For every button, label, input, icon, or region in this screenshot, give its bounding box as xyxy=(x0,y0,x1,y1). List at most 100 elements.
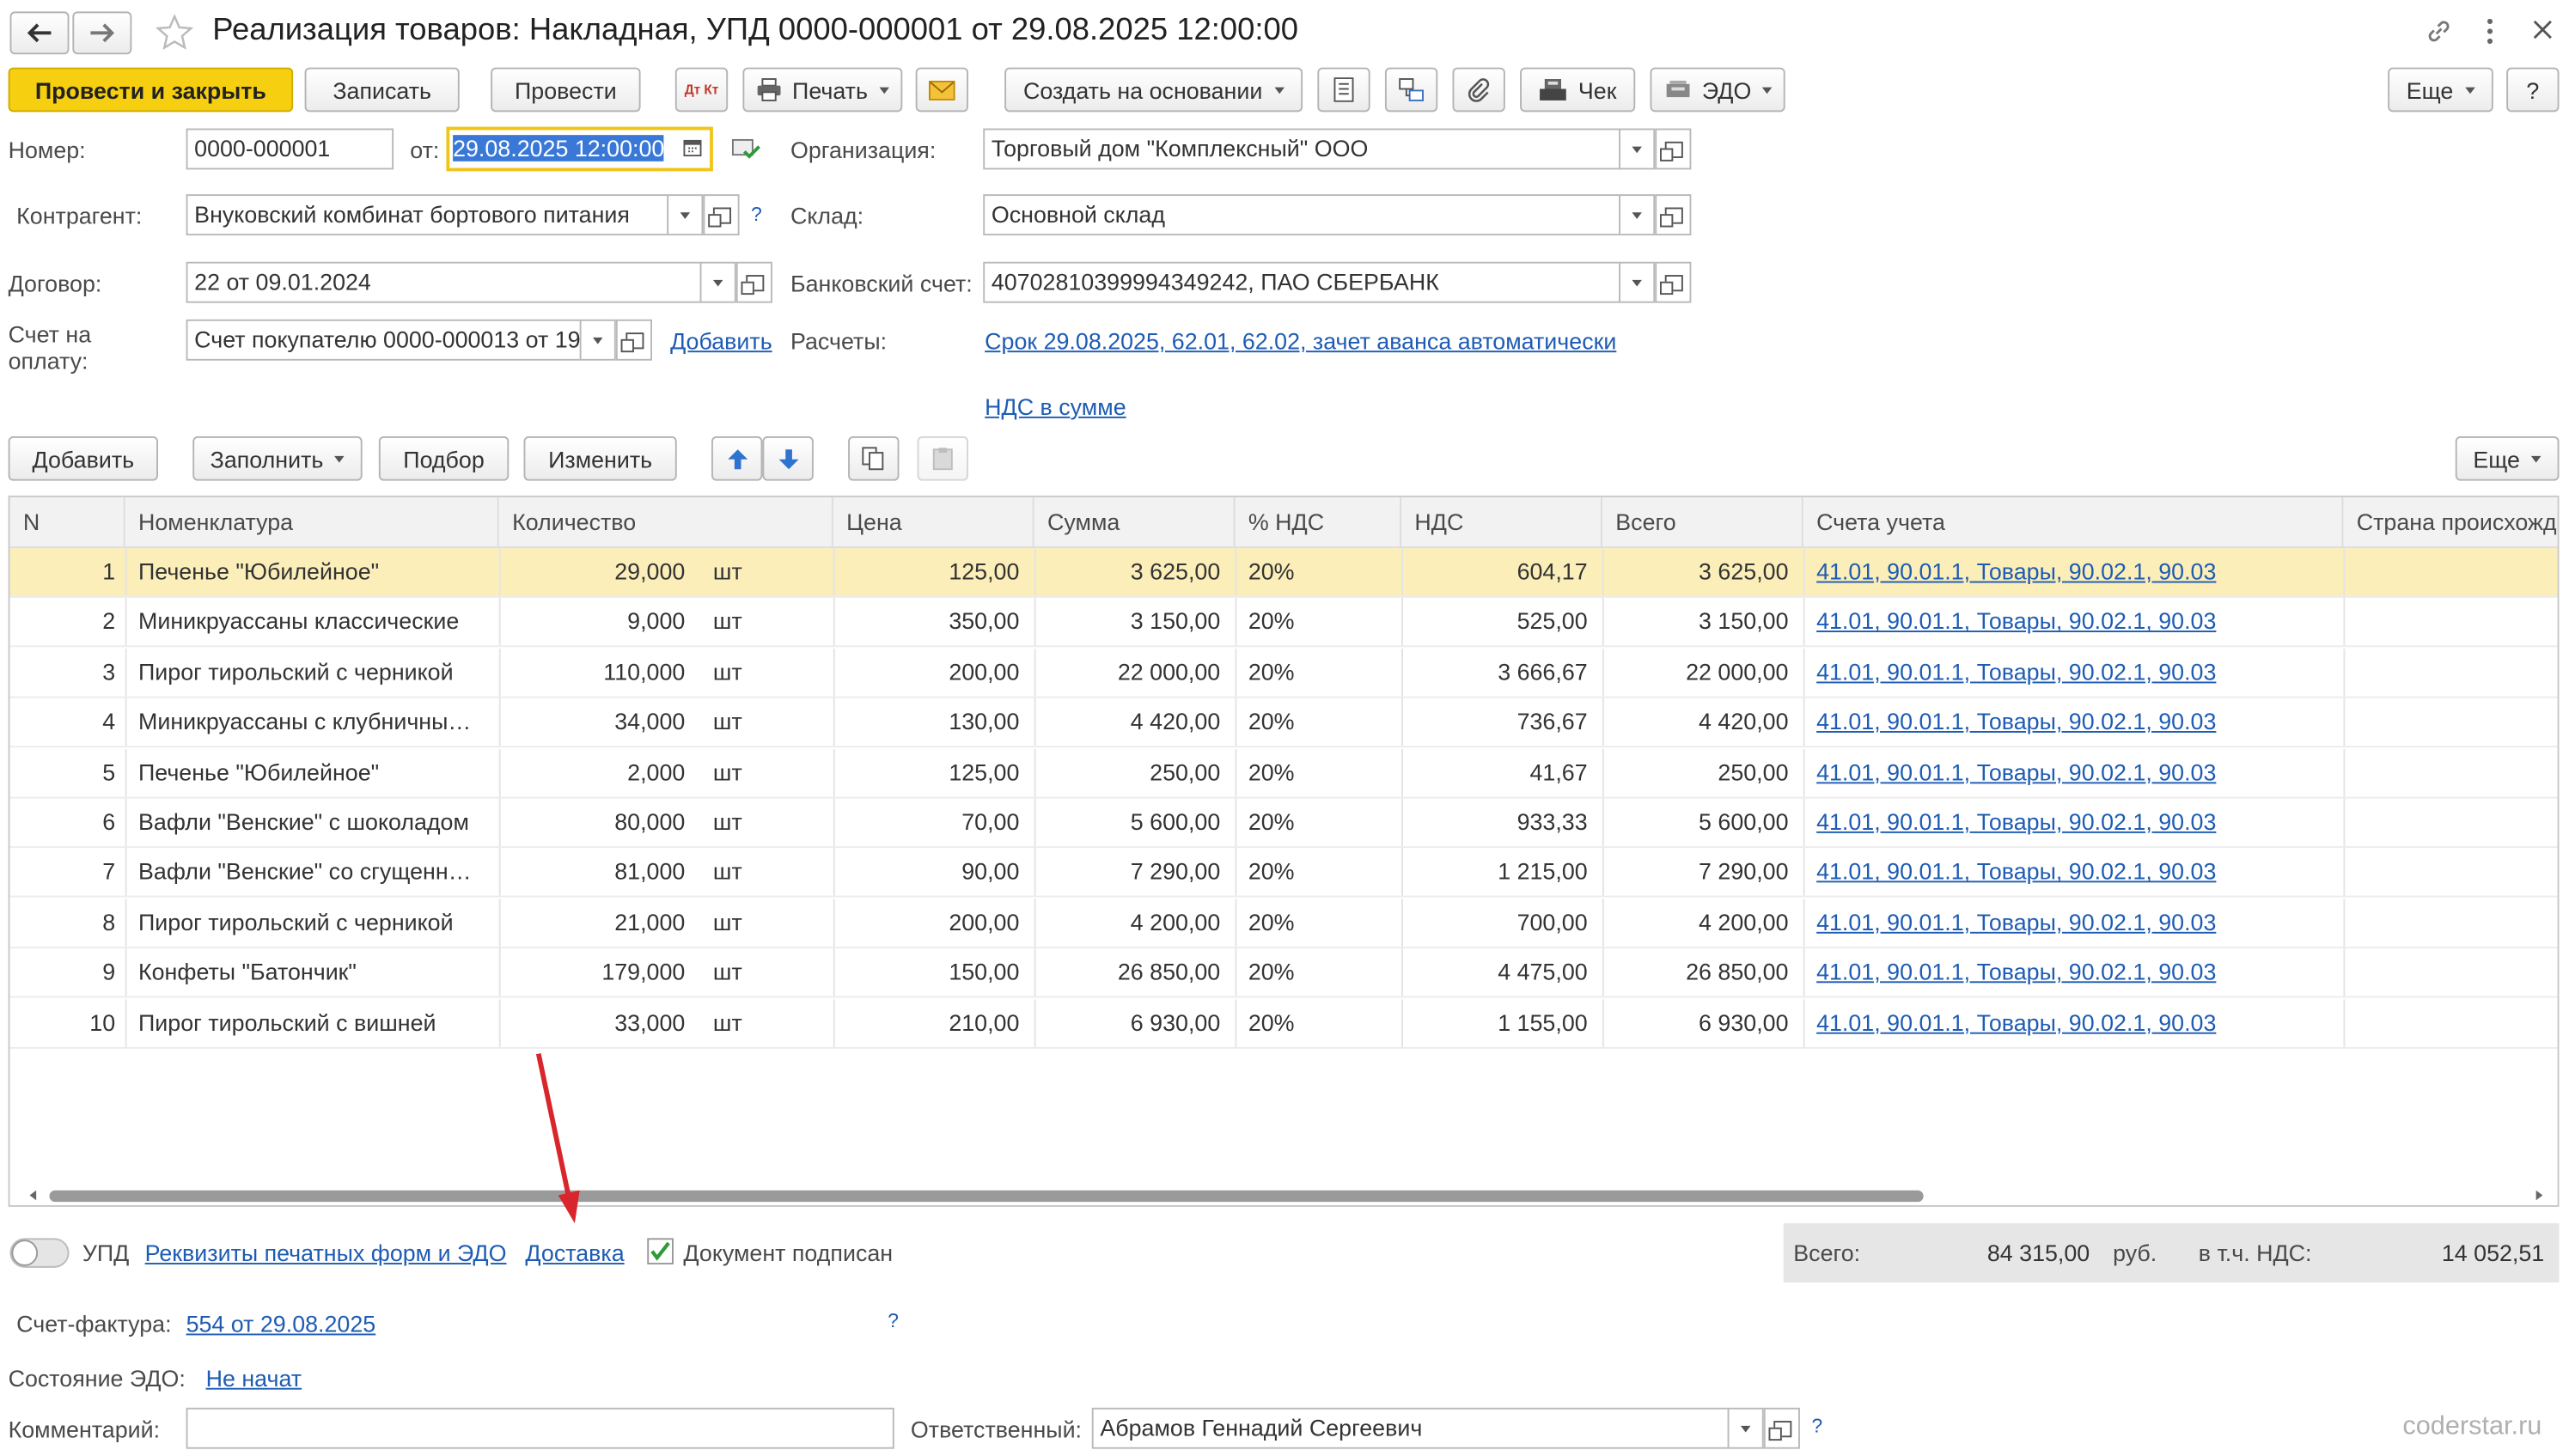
table-row[interactable]: 5 Печенье "Юбилейное" 2,000 шт 125,00 250,00 2… xyxy=(9,748,2558,798)
accounts-link[interactable]: 41.01, 90.01.1, Товары, 90.02.1, 90.03 xyxy=(1816,799,2335,847)
invoice-open-button[interactable] xyxy=(615,319,653,361)
scroll-left-icon[interactable] xyxy=(29,1190,37,1201)
accounts-link[interactable]: 41.01, 90.01.1, Товары, 90.02.1, 90.03 xyxy=(1816,999,2335,1047)
link-icon[interactable] xyxy=(2424,16,2454,46)
column-header[interactable]: N xyxy=(9,497,125,549)
structure-button[interactable] xyxy=(1384,67,1438,113)
post-and-close-button[interactable]: Провести и закрыть xyxy=(8,67,294,113)
column-header[interactable]: Сумма xyxy=(1034,497,1236,549)
table-row[interactable]: 9 Конфеты "Батончик" 179,000 шт 150,00 26 850… xyxy=(9,948,2558,998)
dt-kt-button[interactable]: Дт Кт xyxy=(674,67,729,113)
column-header[interactable]: Количество xyxy=(498,497,833,549)
number-field[interactable]: 0000-000001 xyxy=(186,128,394,170)
responsible-open-button[interactable] xyxy=(1763,1407,1800,1449)
accounts-link[interactable]: 41.01, 90.01.1, Товары, 90.02.1, 90.03 xyxy=(1816,948,2335,996)
vat-in-sum-link[interactable]: НДС в сумме xyxy=(985,393,1126,420)
horizontal-scrollbar[interactable] xyxy=(27,1185,2547,1205)
invoice-dropdown-button[interactable] xyxy=(579,319,616,361)
warehouse-field[interactable]: Основной склад xyxy=(983,194,1621,236)
accounts-link[interactable]: 41.01, 90.01.1, Товары, 90.02.1, 90.03 xyxy=(1816,748,2335,796)
contract-open-button[interactable] xyxy=(735,261,772,303)
bank-account-open-button[interactable] xyxy=(1655,261,1692,303)
pick-button[interactable]: Подбор xyxy=(378,436,510,481)
more-vertical-icon[interactable] xyxy=(2481,16,2498,46)
copy-button[interactable] xyxy=(848,436,900,481)
column-header[interactable]: Страна происхожд xyxy=(2343,497,2558,549)
accounts-link[interactable]: 41.01, 90.01.1, Товары, 90.02.1, 90.03 xyxy=(1816,899,2335,947)
check-document-icon[interactable] xyxy=(731,137,761,160)
warehouse-open-button[interactable] xyxy=(1655,194,1692,236)
check-button[interactable]: Чек xyxy=(1520,67,1636,113)
organization-open-button[interactable] xyxy=(1655,128,1692,170)
delivery-link[interactable]: Доставка xyxy=(525,1240,624,1266)
star-icon[interactable] xyxy=(155,13,194,52)
forward-button[interactable] xyxy=(72,11,132,55)
organization-field[interactable]: Торговый дом "Комплексный" ООО xyxy=(983,128,1621,170)
contractor-open-button[interactable] xyxy=(703,194,740,236)
edo-state-link[interactable]: Не начат xyxy=(206,1365,302,1392)
column-header[interactable]: Номенклатура xyxy=(125,497,499,549)
document-list-button[interactable] xyxy=(1317,67,1370,113)
accounts-link[interactable]: 41.01, 90.01.1, Товары, 90.02.1, 90.03 xyxy=(1816,598,2335,646)
document-signed-checkbox[interactable] xyxy=(647,1238,674,1265)
responsible-dropdown-button[interactable] xyxy=(1727,1407,1764,1449)
add-row-button[interactable]: Добавить xyxy=(8,436,159,481)
post-button[interactable]: Провести xyxy=(491,67,641,113)
table-row[interactable]: 8 Пирог тирольский с черникой 21,000 шт 200,… xyxy=(9,899,2558,948)
organization-dropdown-button[interactable] xyxy=(1619,128,1656,170)
date-field[interactable]: 29.08.2025 12:00:00 xyxy=(446,126,713,172)
invoice-factura-link[interactable]: 554 от 29.08.2025 xyxy=(186,1311,376,1337)
move-up-button[interactable] xyxy=(711,436,763,481)
upd-toggle[interactable] xyxy=(9,1238,70,1268)
invoice-factura-help-icon[interactable]: ? xyxy=(888,1309,899,1332)
add-invoice-link[interactable]: Добавить xyxy=(670,327,772,354)
responsible-help-icon[interactable]: ? xyxy=(1811,1414,1822,1437)
scroll-right-icon[interactable] xyxy=(2535,1190,2543,1201)
table-row[interactable]: 7 Вафли "Венские" со сгущенным молоком 81,… xyxy=(9,848,2558,899)
calendar-icon[interactable] xyxy=(683,138,702,157)
table-row[interactable]: 1 Печенье "Юбилейное" 29,000 шт 125,00 3 625,… xyxy=(9,548,2558,598)
column-header[interactable]: Всего xyxy=(1602,497,1803,549)
column-header[interactable]: Счета учета xyxy=(1803,497,2344,549)
table-row[interactable]: 6 Вафли "Венские" с шоколадом 80,000 шт 70,0… xyxy=(9,798,2558,849)
table-row[interactable]: 3 Пирог тирольский с черникой 110,000 шт 200… xyxy=(9,648,2558,698)
comment-field[interactable] xyxy=(186,1407,894,1449)
back-button[interactable] xyxy=(9,11,70,55)
save-button[interactable]: Записать xyxy=(304,67,460,113)
accounts-link[interactable]: 41.01, 90.01.1, Товары, 90.02.1, 90.03 xyxy=(1816,698,2335,746)
paste-button[interactable] xyxy=(917,436,969,481)
accounts-link[interactable]: 41.01, 90.01.1, Товары, 90.02.1, 90.03 xyxy=(1816,649,2335,697)
table-row[interactable]: 10 Пирог тирольский с вишней 33,000 шт 210,0… xyxy=(9,998,2558,1049)
responsible-field[interactable]: Абрамов Геннадий Сергеевич xyxy=(1091,1407,1730,1449)
column-header[interactable]: НДС xyxy=(1401,497,1602,549)
contractor-dropdown-button[interactable] xyxy=(667,194,704,236)
create-based-on-button[interactable]: Создать на основании xyxy=(1004,67,1303,113)
move-down-button[interactable] xyxy=(762,436,814,481)
contractor-field[interactable]: Внуковский комбинат бортового питания xyxy=(186,194,669,236)
contractor-help-icon[interactable]: ? xyxy=(751,203,762,226)
close-icon[interactable] xyxy=(2531,18,2554,41)
contract-field[interactable]: 22 от 09.01.2024 xyxy=(186,261,702,303)
email-button[interactable] xyxy=(915,67,969,113)
table-more-button[interactable]: Еще xyxy=(2455,436,2560,481)
table-row[interactable]: 2 Миникруассаны классические 9,000 шт 350,00… xyxy=(9,598,2558,648)
bank-account-dropdown-button[interactable] xyxy=(1619,261,1656,303)
table-row[interactable]: 4 Миникруассаны с клубничным джемом 34,000… xyxy=(9,698,2558,748)
column-header[interactable]: Цена xyxy=(833,497,1034,549)
invoice-for-payment-field[interactable]: Счет покупателю 0000-000013 от 19.08.202… xyxy=(186,319,582,361)
attach-button[interactable] xyxy=(1452,67,1505,113)
fill-button[interactable]: Заполнить xyxy=(192,436,363,481)
help-button[interactable]: ? xyxy=(2506,67,2560,113)
contract-dropdown-button[interactable] xyxy=(699,261,736,303)
more-button[interactable]: Еще xyxy=(2388,67,2493,113)
settlements-link[interactable]: Срок 29.08.2025, 62.01, 62.02, зачет ава… xyxy=(985,327,1616,354)
scrollbar-thumb[interactable] xyxy=(49,1190,1924,1203)
print-button[interactable]: Печать xyxy=(742,67,903,113)
column-header[interactable]: % НДС xyxy=(1235,497,1402,549)
accounts-link[interactable]: 41.01, 90.01.1, Товары, 90.02.1, 90.03 xyxy=(1816,849,2335,897)
warehouse-dropdown-button[interactable] xyxy=(1619,194,1656,236)
edo-button[interactable]: ЭДО xyxy=(1650,67,1785,113)
accounts-link[interactable]: 41.01, 90.01.1, Товары, 90.02.1, 90.03 xyxy=(1816,548,2335,596)
change-button[interactable]: Изменить xyxy=(523,436,677,481)
print-forms-edo-link[interactable]: Реквизиты печатных форм и ЭДО xyxy=(145,1240,507,1266)
